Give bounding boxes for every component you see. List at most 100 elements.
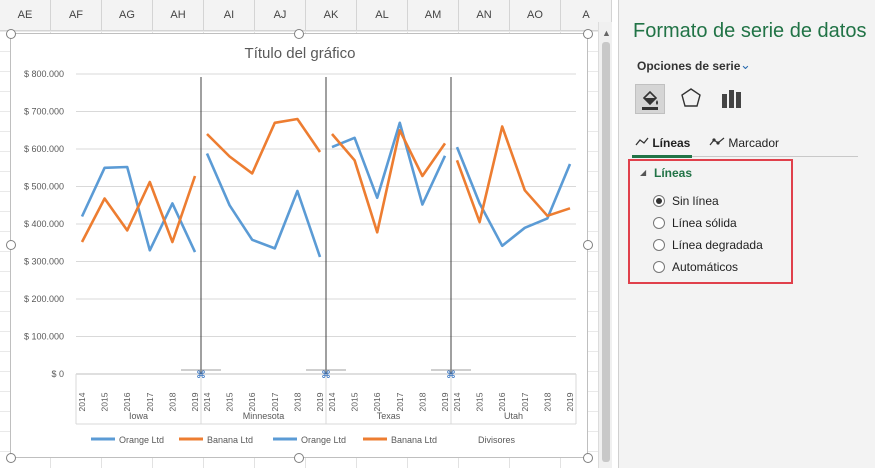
column-header-am[interactable]: AM <box>408 0 459 30</box>
x-tick-label: 2019 <box>565 392 575 411</box>
radio-selected-dot <box>656 198 662 204</box>
resize-handle-bottom-right[interactable] <box>583 453 593 463</box>
x-tick-label: 2015 <box>100 392 110 411</box>
x-tick-label: 2017 <box>270 392 280 411</box>
series-options-dropdown[interactable]: Opciones de serie <box>637 59 740 73</box>
series-line-banana-ltd-texas[interactable] <box>331 129 447 234</box>
radio-sin-línea[interactable] <box>653 195 665 207</box>
collapse-triangle-icon[interactable]: ◢ <box>640 168 646 177</box>
legend-label[interactable]: Orange Ltd <box>301 435 346 445</box>
tab-marker-label: Marcador <box>728 136 780 150</box>
x-tick-label: 2014 <box>77 392 87 411</box>
column-header-ai[interactable]: AI <box>204 0 255 30</box>
x-tick-label: 2014 <box>327 392 337 411</box>
series-options-bar-icon[interactable] <box>717 84 747 114</box>
line-marker-tabs: Líneas Marcador <box>633 136 859 156</box>
column-header-af[interactable]: AF <box>51 0 102 30</box>
column-header-ae[interactable]: AE <box>0 0 51 30</box>
x-tick-label: 2016 <box>372 392 382 411</box>
radio-option-label[interactable]: Línea sólida <box>672 216 737 230</box>
x-tick-label: 2017 <box>145 392 155 411</box>
x-tick-label: 2017 <box>520 392 530 411</box>
series-line-banana-ltd-minnesota[interactable] <box>206 117 322 175</box>
category-group-label: Iowa <box>129 411 148 421</box>
series-line-banana-ltd-iowa[interactable] <box>80 175 197 244</box>
vertical-scrollbar[interactable]: ▲ <box>598 22 612 468</box>
resize-handle-left[interactable] <box>6 240 16 250</box>
section-lines-heading[interactable]: Líneas <box>654 166 692 180</box>
spreadsheet-area: AE AF AG AH AI AJ AK AL AM AN AO A ▲ Título del grá… <box>0 0 612 468</box>
column-header-ao[interactable]: AO <box>510 0 561 30</box>
x-tick-label: 2018 <box>542 392 552 411</box>
column-header-aj[interactable]: AJ <box>255 0 306 30</box>
x-tick-label: 2018 <box>167 392 177 411</box>
x-tick-label: 2016 <box>247 392 257 411</box>
divider-marker-icon[interactable]: ⌘ <box>196 370 206 381</box>
resize-handle-bottom-left[interactable] <box>6 453 16 463</box>
x-tick-label: 2016 <box>497 392 507 411</box>
legend-label[interactable]: Banana Ltd <box>207 435 253 445</box>
y-tick-label: $ 300.000 <box>24 257 64 267</box>
series-line-orange-ltd-minnesota[interactable] <box>205 152 322 258</box>
x-tick-label: 2019 <box>315 392 325 411</box>
x-tick-label: 2014 <box>452 392 462 411</box>
radio-option-label[interactable]: Línea degradada <box>672 238 763 252</box>
column-header-row: AE AF AG AH AI AJ AK AL AM AN AO A <box>0 0 612 31</box>
x-tick-label: 2014 <box>202 392 212 411</box>
x-tick-label: 2015 <box>225 392 235 411</box>
x-tick-label: 2019 <box>190 392 200 411</box>
y-tick-label: $ 0 <box>51 369 64 379</box>
radio-option-label[interactable]: Automáticos <box>672 260 738 274</box>
column-header-an[interactable]: AN <box>459 0 510 30</box>
column-header-al[interactable]: AL <box>357 0 408 30</box>
category-group-label: Utah <box>504 411 523 421</box>
resize-handle-top-left[interactable] <box>6 29 16 39</box>
x-tick-label: 2019 <box>440 392 450 411</box>
resize-handle-top[interactable] <box>294 29 304 39</box>
radio-option-label[interactable]: Sin línea <box>672 194 719 208</box>
tab-selected-indicator <box>632 155 692 158</box>
chart-svg[interactable]: Título del gráfico $ 0 $ 100.000 $ 200.000… <box>11 34 589 459</box>
fill-line-icon[interactable] <box>635 84 665 114</box>
pane-title: Formato de serie de datos <box>633 20 867 42</box>
x-tick-label: 2017 <box>395 392 405 411</box>
y-tick-label: $ 200.000 <box>24 294 64 304</box>
scrollbar-thumb[interactable] <box>602 42 610 462</box>
legend-label[interactable]: Banana Ltd <box>391 435 437 445</box>
y-tick-label: $ 600.000 <box>24 144 64 154</box>
x-tick-label: 2015 <box>475 392 485 411</box>
divider-marker-icon[interactable]: ⌘ <box>321 370 331 381</box>
series-line-orange-ltd-texas[interactable] <box>331 121 447 206</box>
column-header-ak[interactable]: AK <box>306 0 357 30</box>
x-tick-label: 2016 <box>122 392 132 411</box>
effects-pentagon-icon[interactable] <box>677 84 707 114</box>
radio-línea-degradada[interactable] <box>653 239 665 251</box>
chevron-down-icon[interactable]: ⌄ <box>740 57 751 73</box>
y-tick-label: $ 400.000 <box>24 219 64 229</box>
grid-line-horizontal <box>0 31 612 32</box>
scroll-up-arrow-icon[interactable]: ▲ <box>602 28 611 38</box>
category-group-label: Texas <box>377 411 401 421</box>
radio-automáticos[interactable] <box>653 261 665 273</box>
y-tick-label: $ 500.000 <box>24 182 64 192</box>
divider-marker-icon[interactable]: ⌘ <box>446 370 456 381</box>
resize-handle-right[interactable] <box>583 240 593 250</box>
chart-object[interactable]: Título del gráfico $ 0 $ 100.000 $ 200.000… <box>10 33 588 458</box>
resize-handle-top-right[interactable] <box>583 29 593 39</box>
column-header-ag[interactable]: AG <box>102 0 153 30</box>
x-tick-label: 2018 <box>292 392 302 411</box>
legend-label[interactable]: Orange Ltd <box>119 435 164 445</box>
legend-label[interactable]: Divisores <box>478 435 516 445</box>
tab-lines[interactable]: Líneas <box>635 136 690 150</box>
y-tick-label: $ 700.000 <box>24 107 64 117</box>
tab-lines-label: Líneas <box>652 136 691 150</box>
chart-title[interactable]: Título del gráfico <box>245 45 356 62</box>
radio-línea-sólida[interactable] <box>653 217 665 229</box>
x-tick-label: 2015 <box>350 392 360 411</box>
y-tick-label: $ 100.000 <box>24 332 64 342</box>
x-tick-label: 2018 <box>417 392 427 411</box>
column-header-ah[interactable]: AH <box>153 0 204 30</box>
resize-handle-bottom[interactable] <box>294 453 304 463</box>
line-icon <box>635 137 649 146</box>
tab-marker[interactable]: Marcador <box>709 136 779 150</box>
